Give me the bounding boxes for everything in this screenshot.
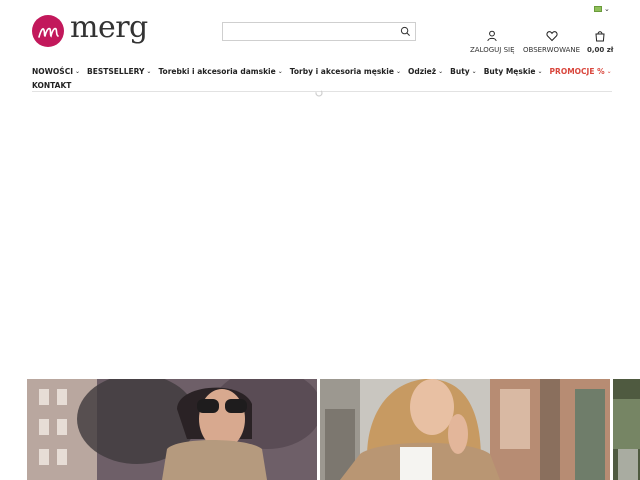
- language-selector[interactable]: ⌄: [594, 5, 610, 13]
- login-button[interactable]: ZALOGUJ SIĘ: [470, 30, 515, 54]
- chevron-down-icon: ⌄: [438, 67, 444, 75]
- nav-item-odziez[interactable]: Odzież ⌄: [408, 67, 443, 76]
- nav-label: Torebki i akcesoria damskie: [158, 66, 276, 76]
- nav-label: NOWOŚCI: [32, 66, 73, 76]
- brand-name: merg: [70, 10, 148, 45]
- search-icon[interactable]: [400, 26, 411, 37]
- main-navigation: NOWOŚCI ⌄ BESTSELLERY ⌄ Torebki i akcesori…: [32, 64, 612, 92]
- chevron-down-icon: ⌄: [537, 67, 543, 75]
- nav-item-torby-meskie[interactable]: Torby i akcesoria męskie ⌄: [290, 67, 401, 76]
- logo[interactable]: merg: [32, 10, 148, 47]
- user-icon: [487, 30, 497, 42]
- nav-label: KONTAKT: [32, 80, 72, 90]
- nav-item-torebki-damskie[interactable]: Torebki i akcesoria damskie ⌄: [158, 67, 282, 76]
- nav-label: Odzież: [407, 66, 437, 76]
- cart-total: 0,00 zł: [587, 46, 614, 54]
- chevron-down-icon: ⌄: [606, 67, 612, 75]
- search-input[interactable]: [223, 27, 401, 44]
- woman-blonde-blazer-photo: [320, 379, 610, 480]
- chevron-down-icon: ⌄: [75, 67, 81, 75]
- nav-item-buty-meskie[interactable]: Buty Męskie ⌄: [484, 67, 543, 76]
- search-bar[interactable]: [222, 22, 416, 44]
- banner-woman-blonde[interactable]: [320, 379, 610, 480]
- banner-carousel: [27, 379, 640, 480]
- nav-item-promocje[interactable]: PROMOCJE % ⌄: [550, 67, 612, 76]
- nav-label: Torby i akcesoria męskie: [289, 66, 394, 76]
- cart-button[interactable]: 0,00 zł: [587, 30, 613, 54]
- loading-spinner-icon: [315, 89, 323, 97]
- flag-icon: [594, 6, 602, 12]
- chevron-down-icon: ⌄: [277, 67, 283, 75]
- nav-label: BESTSELLERY: [87, 66, 145, 76]
- woman-sunglasses-photo: [27, 379, 317, 480]
- nav-label: Buty Męskie: [483, 66, 536, 76]
- nav-label: Buty: [450, 66, 470, 76]
- nav-item-kontakt[interactable]: KONTAKT: [32, 81, 71, 90]
- shopping-bag-icon: [595, 31, 605, 42]
- banner-woman-sunglasses[interactable]: [27, 379, 317, 480]
- logo-mark-icon: [32, 15, 64, 47]
- heart-icon: [546, 31, 558, 42]
- chevron-down-icon: ⌄: [395, 67, 401, 75]
- nav-item-nowosci[interactable]: NOWOŚCI ⌄: [32, 67, 80, 76]
- nav-item-bestsellery[interactable]: BESTSELLERY ⌄: [87, 67, 151, 76]
- partial-photo: [613, 379, 640, 480]
- chevron-down-icon: ⌄: [471, 67, 477, 75]
- chevron-down-icon: ⌄: [146, 67, 152, 75]
- banner-partial[interactable]: [613, 379, 640, 480]
- wishlist-button[interactable]: OBSERWOWANE: [523, 30, 580, 54]
- nav-label: PROMOCJE %: [549, 66, 605, 76]
- chevron-down-icon: ⌄: [604, 5, 610, 13]
- login-label: ZALOGUJ SIĘ: [470, 46, 515, 54]
- wishlist-label: OBSERWOWANE: [523, 46, 581, 54]
- nav-item-buty[interactable]: Buty ⌄: [450, 67, 477, 76]
